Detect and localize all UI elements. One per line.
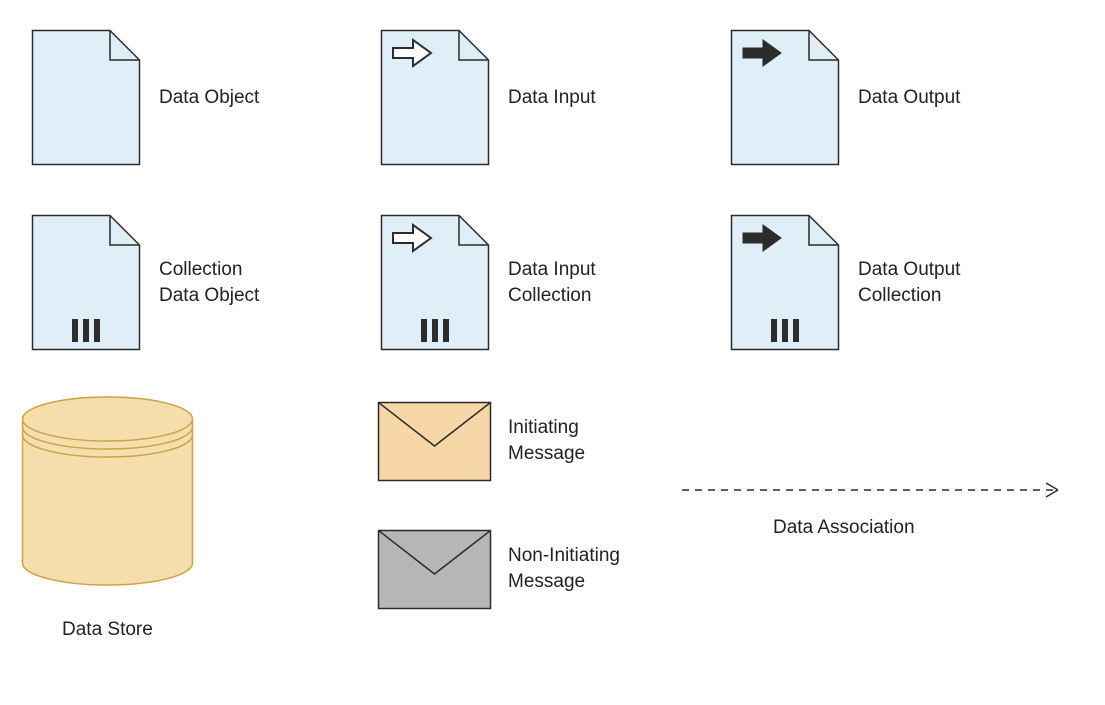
data-output-icon bbox=[731, 30, 839, 165]
bpmn-data-legend: Data Object Data Input Data Output Coll bbox=[0, 0, 1105, 705]
initiating-message-label: Initiating Message bbox=[508, 415, 585, 466]
data-store-label: Data Store bbox=[62, 617, 153, 643]
data-input-collection-icon bbox=[381, 215, 489, 350]
collection-data-object-icon bbox=[32, 215, 140, 350]
data-output-label: Data Output bbox=[858, 85, 960, 111]
data-association-label: Data Association bbox=[773, 515, 915, 541]
data-output-collection-icon bbox=[731, 215, 839, 350]
data-object-label: Data Object bbox=[159, 85, 259, 111]
data-output-collection-label: Data Output Collection bbox=[858, 257, 960, 308]
initiating-message-icon bbox=[378, 402, 491, 482]
data-input-label: Data Input bbox=[508, 85, 596, 111]
non-initiating-message-label: Non-Initiating Message bbox=[508, 543, 620, 594]
data-input-icon bbox=[381, 30, 489, 165]
non-initiating-message-icon bbox=[378, 530, 491, 610]
data-object-icon bbox=[32, 30, 140, 165]
data-association-icon bbox=[680, 480, 1075, 500]
collection-data-object-label: Collection Data Object bbox=[159, 257, 259, 308]
data-store-icon bbox=[20, 395, 195, 595]
data-input-collection-label: Data Input Collection bbox=[508, 257, 596, 308]
